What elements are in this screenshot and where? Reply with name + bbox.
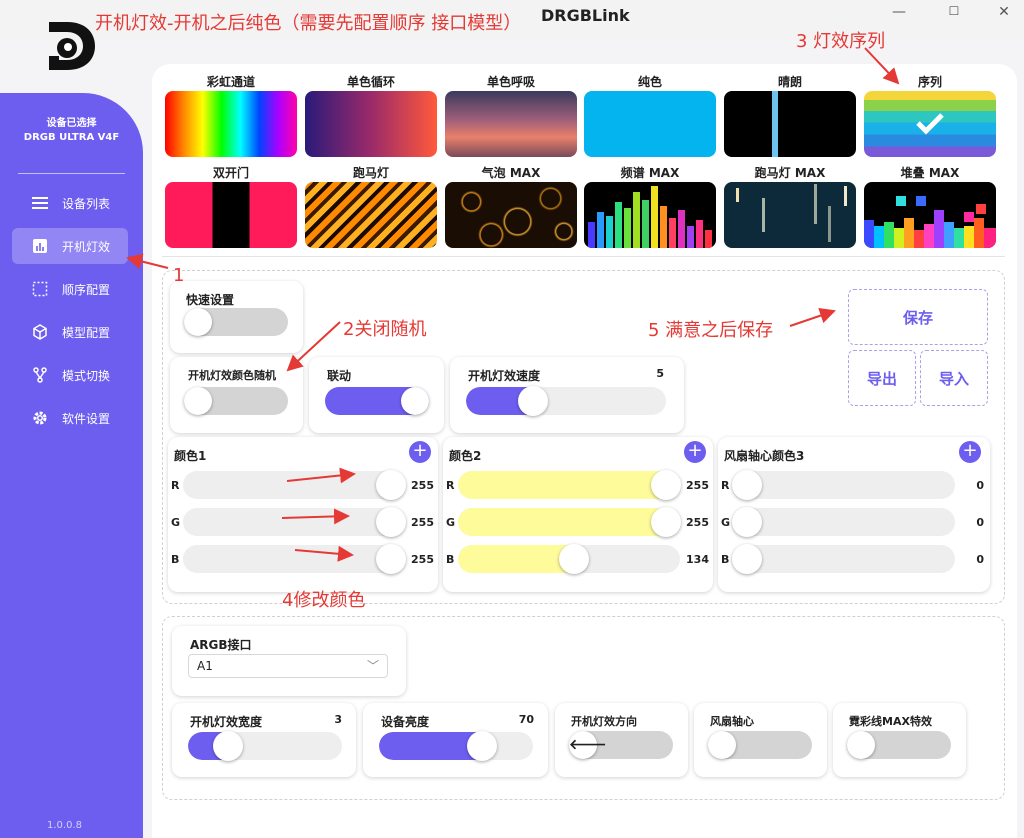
annotation-1: 1 (173, 265, 185, 286)
annotation-arrows (126, 47, 900, 562)
annotation-2: 2关闭随机 (343, 319, 427, 340)
annotation-4: 4修改颜色 (282, 590, 366, 611)
annotation-title: 开机灯效-开机之后纯色（需要先配置顺序 接口模型） (95, 13, 522, 34)
annotation-3: 3 灯效序列 (796, 31, 886, 52)
annotation-5: 5 满意之后保存 (648, 320, 774, 341)
